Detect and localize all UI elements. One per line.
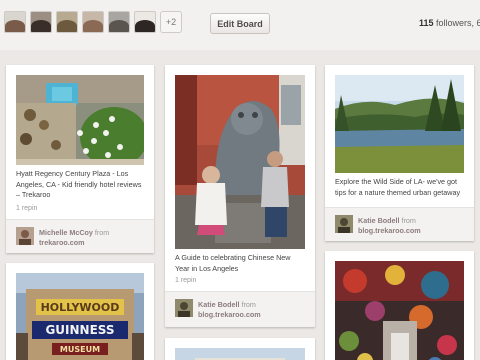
from-label: from xyxy=(241,300,256,309)
pin-image[interactable] xyxy=(175,348,305,360)
from-label: from xyxy=(94,228,110,237)
pinner-info: Katie Bodell from blog.trekaroo.com xyxy=(358,216,421,236)
collaborator-avatars: +2 xyxy=(4,11,182,33)
pinner-info: Michelle McCoy from trekaroo.com xyxy=(39,228,109,248)
pin-image[interactable]: HOLLYWOOD GUINNESS MUSEUM xyxy=(16,273,144,360)
pinner-avatar[interactable] xyxy=(335,215,353,233)
collaborator-avatar[interactable] xyxy=(4,11,26,33)
pin-image[interactable] xyxy=(175,75,305,249)
pinner-avatar[interactable] xyxy=(16,227,34,245)
museum-sign-text: MUSEUM xyxy=(60,345,100,354)
more-collaborators-badge[interactable]: +2 xyxy=(160,11,182,33)
collaborator-avatar[interactable] xyxy=(108,11,130,33)
followers-count[interactable]: 115 followers, 6 xyxy=(419,18,480,28)
pinner-avatar[interactable] xyxy=(175,299,193,317)
collaborator-avatar[interactable] xyxy=(82,11,104,33)
pin-description: A Guide to celebrating Chinese New Year … xyxy=(175,253,291,273)
collaborator-avatar[interactable] xyxy=(134,11,156,33)
pin-source-link[interactable]: trekaroo.com xyxy=(39,238,109,248)
pin-card[interactable] xyxy=(325,251,474,360)
board-header: +2 Edit Board 115 followers, 6 xyxy=(0,0,480,50)
pin-card[interactable]: A Guide to celebrating Chinese New Year … xyxy=(165,65,315,327)
collaborator-avatar[interactable] xyxy=(30,11,52,33)
pin-image[interactable] xyxy=(335,75,464,173)
pin-card[interactable]: Explore the Wild Side of LA- we've got t… xyxy=(325,65,474,241)
pin-attribution: Michelle McCoy from trekaroo.com xyxy=(6,219,154,253)
pinner-name[interactable]: Katie Bodell xyxy=(358,216,400,225)
pinner-info: Katie Bodell from blog.trekaroo.com xyxy=(198,300,261,320)
repin-count[interactable]: 1 repin xyxy=(175,277,196,284)
hollywood-sign-text: HOLLYWOOD xyxy=(41,301,120,314)
edit-board-button[interactable]: Edit Board xyxy=(210,13,270,34)
from-label: from xyxy=(401,216,416,225)
collaborator-avatar[interactable] xyxy=(56,11,78,33)
pin-description: Explore the Wild Side of LA- we've got t… xyxy=(335,177,461,197)
pinner-name[interactable]: Katie Bodell xyxy=(198,300,240,309)
guinness-sign-text: GUINNESS xyxy=(45,323,114,337)
pin-attribution: Katie Bodell from blog.trekaroo.com xyxy=(325,207,474,241)
pin-image[interactable] xyxy=(335,261,464,360)
pin-source-link[interactable]: blog.trekaroo.com xyxy=(358,226,421,236)
pinner-name[interactable]: Michelle McCoy xyxy=(39,228,93,237)
pin-image[interactable] xyxy=(16,75,144,165)
repin-count[interactable]: 1 repin xyxy=(16,205,37,212)
pin-card[interactable]: HOLLYWOOD GUINNESS MUSEUM xyxy=(6,263,154,360)
pin-description: Hyatt Regency Century Plaza - Los Angele… xyxy=(16,169,142,199)
followers-label: followers, 6 xyxy=(433,18,480,28)
pin-source-link[interactable]: blog.trekaroo.com xyxy=(198,310,261,320)
pin-card[interactable] xyxy=(165,338,315,360)
pin-attribution: Katie Bodell from blog.trekaroo.com xyxy=(165,291,315,327)
pin-card[interactable]: Hyatt Regency Century Plaza - Los Angele… xyxy=(6,65,154,253)
followers-number: 115 xyxy=(419,18,434,28)
